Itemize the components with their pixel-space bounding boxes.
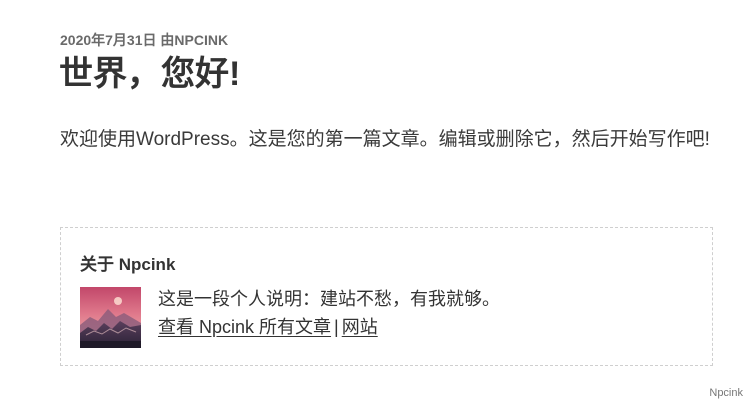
page: 2020年7月31日 由NPCINK 世界，您好! 欢迎使用WordPress。… (0, 0, 754, 410)
post-date-link[interactable]: 2020年7月31日 (60, 32, 157, 48)
author-avatar (80, 287, 141, 348)
author-box-heading: 关于 Npcink (80, 255, 176, 274)
post-author-link[interactable]: NPCINK (174, 32, 228, 48)
footer-credit: Npcink (709, 387, 743, 399)
author-box: 关于 Npcink 这是一段个人说明：建站不愁，有我就够。 查看 Npcink … (60, 227, 713, 366)
author-links: 查看 Npcink 所有文章 | 网站 (158, 314, 378, 340)
author-website-link[interactable]: 网站 (342, 317, 378, 337)
author-bio: 这是一段个人说明：建站不愁，有我就够。 (158, 289, 500, 309)
post-meta: 2020年7月31日 由NPCINK (60, 30, 228, 50)
author-links-separator: | (334, 317, 339, 337)
post-meta-by: 由 (160, 32, 175, 48)
post-content: 欢迎使用WordPress。这是您的第一篇文章。编辑或删除它，然后开始写作吧! (60, 129, 710, 150)
author-avatar-image (80, 287, 141, 348)
post-title: 世界，您好! (59, 55, 241, 93)
view-author-posts-link[interactable]: 查看 Npcink 所有文章 (158, 317, 331, 337)
